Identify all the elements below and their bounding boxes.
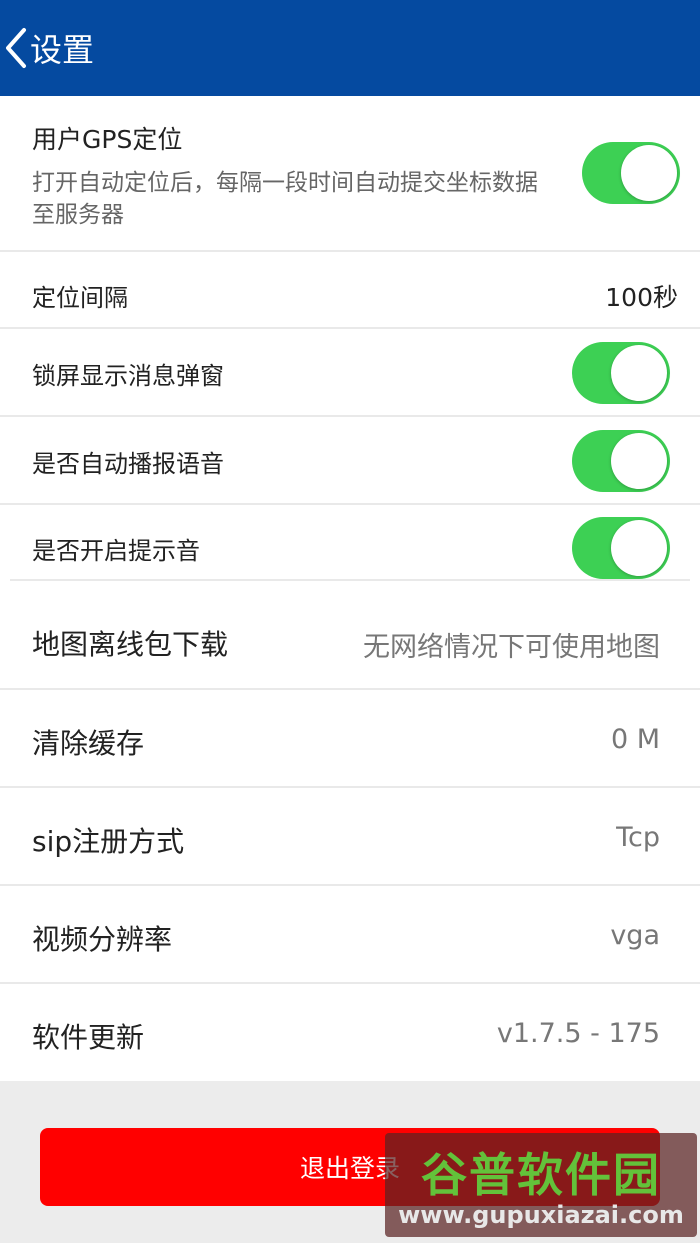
app-header: 设置	[0, 0, 700, 96]
voice-broadcast-label: 是否自动播报语音	[32, 450, 224, 478]
divider	[0, 250, 700, 252]
clear-cache-label: 清除缓存	[32, 727, 145, 760]
video-resolution-label: 视频分辨率	[32, 923, 173, 956]
interval-label: 定位间隔	[32, 284, 128, 312]
divider	[10, 579, 690, 581]
page-title: 设置	[30, 31, 95, 69]
offline-map-value: 无网络情况下可使用地图	[363, 632, 660, 663]
toggle-knob	[621, 145, 677, 201]
divider	[0, 503, 700, 505]
toggle-knob	[611, 433, 667, 489]
toggle-knob	[611, 345, 667, 401]
watermark-title: 谷普软件园	[421, 1148, 661, 1202]
notify-sound-label: 是否开启提示音	[32, 537, 200, 565]
chevron-left-icon	[4, 26, 28, 70]
cache-size-value: 0 M	[610, 724, 660, 755]
divider	[0, 327, 700, 329]
lockscreen-popup-label: 锁屏显示消息弹窗	[32, 362, 224, 390]
interval-value[interactable]: 100秒	[605, 278, 678, 314]
offline-map-label: 地图离线包下载	[32, 628, 229, 661]
gps-toggle[interactable]	[582, 142, 680, 204]
gps-description: 打开自动定位后，每隔一段时间自动提交坐标数据至服务器	[32, 170, 538, 228]
sip-mode-value: Tcp	[616, 822, 660, 853]
lockscreen-popup-toggle[interactable]	[572, 342, 670, 404]
software-update-label: 软件更新	[32, 1021, 145, 1054]
voice-broadcast-toggle[interactable]	[572, 430, 670, 492]
watermark-logo: 谷普软件园 www.gupuxiazai.com	[385, 1133, 697, 1237]
gps-title: 用户GPS定位	[32, 125, 183, 154]
divider	[0, 415, 700, 417]
toggle-knob	[611, 520, 667, 576]
version-value: v1.7.5 - 175	[496, 1018, 660, 1049]
watermark-url: www.gupuxiazai.com	[398, 1201, 684, 1229]
sip-mode-label: sip注册方式	[32, 825, 185, 858]
back-button[interactable]	[0, 0, 28, 96]
video-resolution-value: vga	[610, 920, 660, 951]
notify-sound-toggle[interactable]	[572, 517, 670, 579]
